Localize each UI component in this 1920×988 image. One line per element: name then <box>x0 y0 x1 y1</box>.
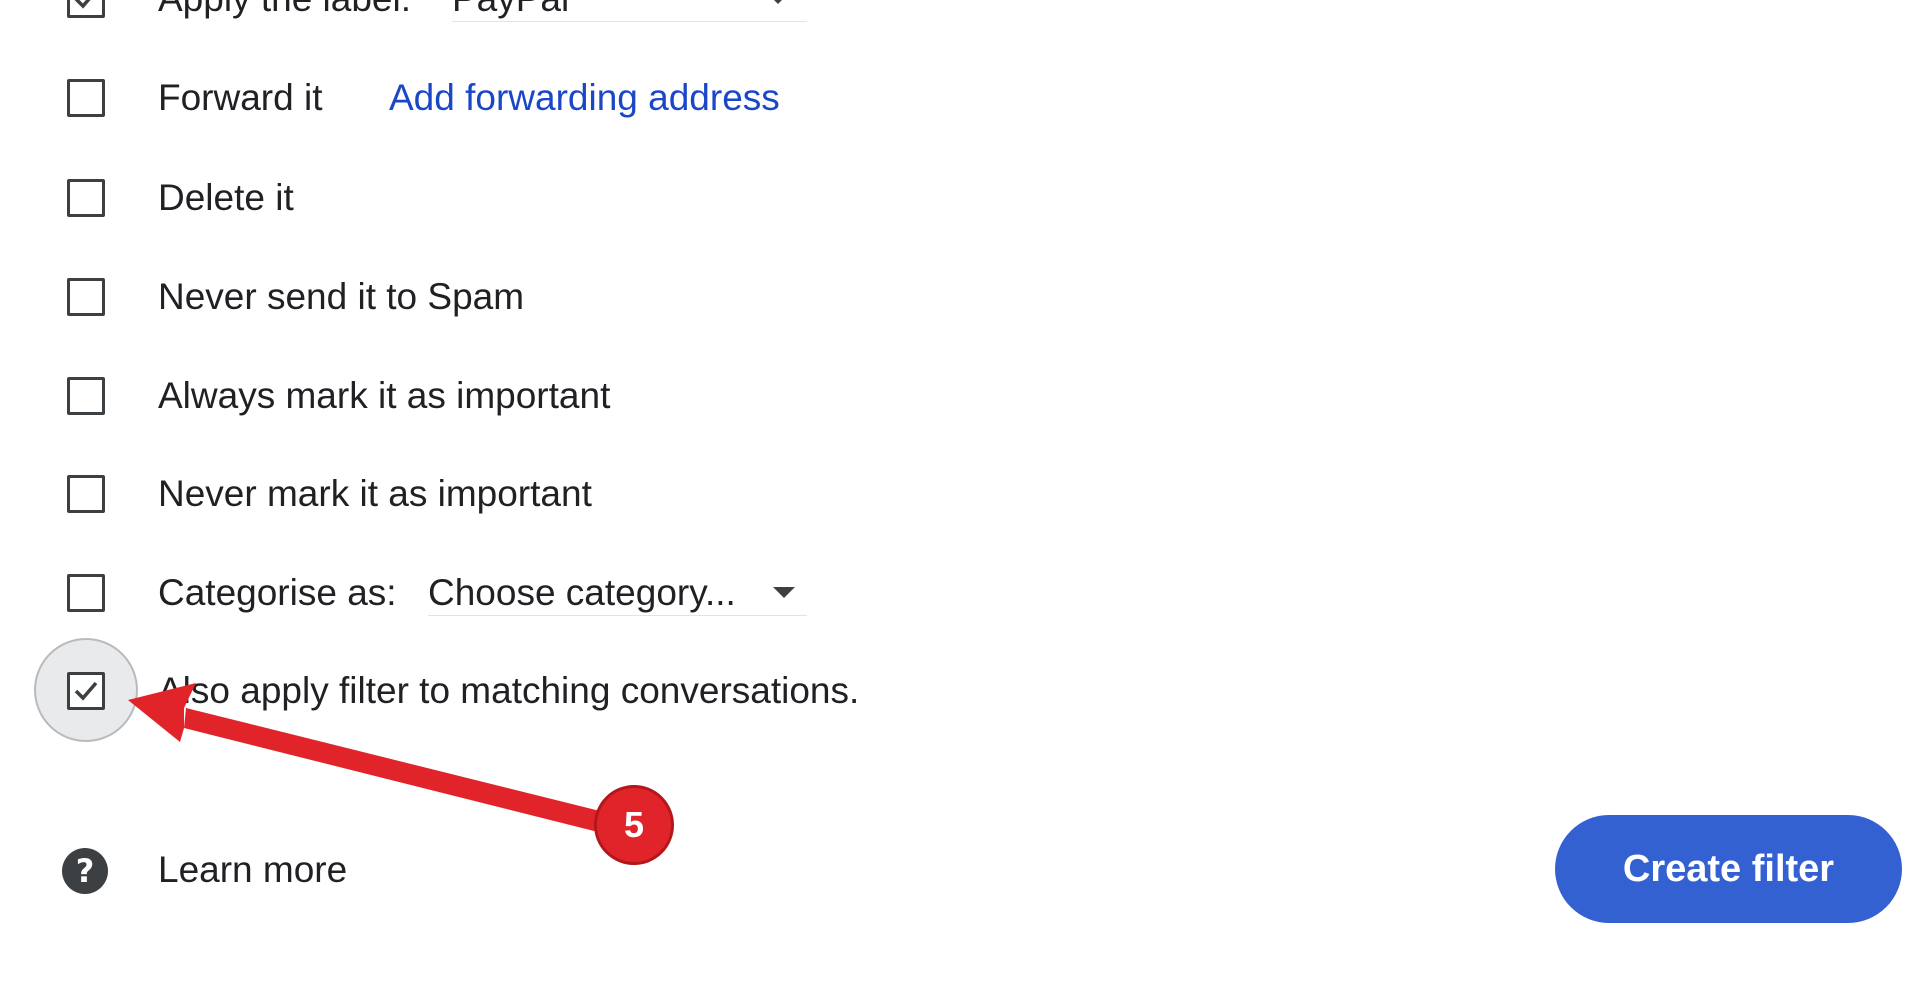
always-important-label: Always mark it as important <box>158 375 611 416</box>
delete-row: Delete it <box>0 176 900 236</box>
categorise-checkbox[interactable] <box>67 574 105 612</box>
categorise-label: Categorise as: <box>158 572 397 613</box>
never-spam-row: Never send it to Spam <box>0 275 900 335</box>
also-apply-label: Also apply filter to matching conversati… <box>158 670 860 711</box>
also-apply-checkbox[interactable] <box>67 672 105 710</box>
apply-label-checkbox[interactable] <box>67 0 105 18</box>
delete-label: Delete it <box>158 177 294 218</box>
categorise-row: Categorise as: Choose category... <box>0 571 900 631</box>
always-important-checkbox[interactable] <box>67 377 105 415</box>
create-filter-button[interactable]: Create filter <box>1555 815 1902 923</box>
checkmark-icon <box>74 0 91 9</box>
chevron-down-icon <box>773 587 795 598</box>
forward-checkbox[interactable] <box>67 79 105 117</box>
never-important-label: Never mark it as important <box>158 473 592 514</box>
delete-checkbox[interactable] <box>67 179 105 217</box>
never-spam-checkbox[interactable] <box>67 278 105 316</box>
help-circle-icon[interactable]: ? <box>62 848 108 894</box>
always-important-row: Always mark it as important <box>0 374 900 434</box>
category-select[interactable]: Choose category... <box>428 571 807 616</box>
step-number-badge: 5 <box>594 785 674 865</box>
apply-label-row: Apply the label: PayPal <box>0 0 900 32</box>
never-spam-label: Never send it to Spam <box>158 276 525 317</box>
filter-actions-panel: Apply the label: PayPal Forward it Add f… <box>0 0 1920 988</box>
never-important-row: Never mark it as important <box>0 472 900 532</box>
forward-row: Forward it Add forwarding address <box>0 76 900 136</box>
also-apply-row: Also apply filter to matching conversati… <box>0 669 1000 729</box>
label-select[interactable]: PayPal <box>452 0 807 22</box>
forward-label: Forward it <box>158 77 323 118</box>
chevron-down-icon <box>767 0 789 4</box>
add-forwarding-address-link[interactable]: Add forwarding address <box>389 76 780 120</box>
learn-more-link[interactable]: Learn more <box>158 848 347 892</box>
checkmark-icon <box>74 681 98 701</box>
apply-label-text: Apply the label: <box>158 0 411 21</box>
category-select-value: Choose category... <box>428 572 736 613</box>
never-important-checkbox[interactable] <box>67 475 105 513</box>
label-select-value: PayPal <box>452 0 569 21</box>
